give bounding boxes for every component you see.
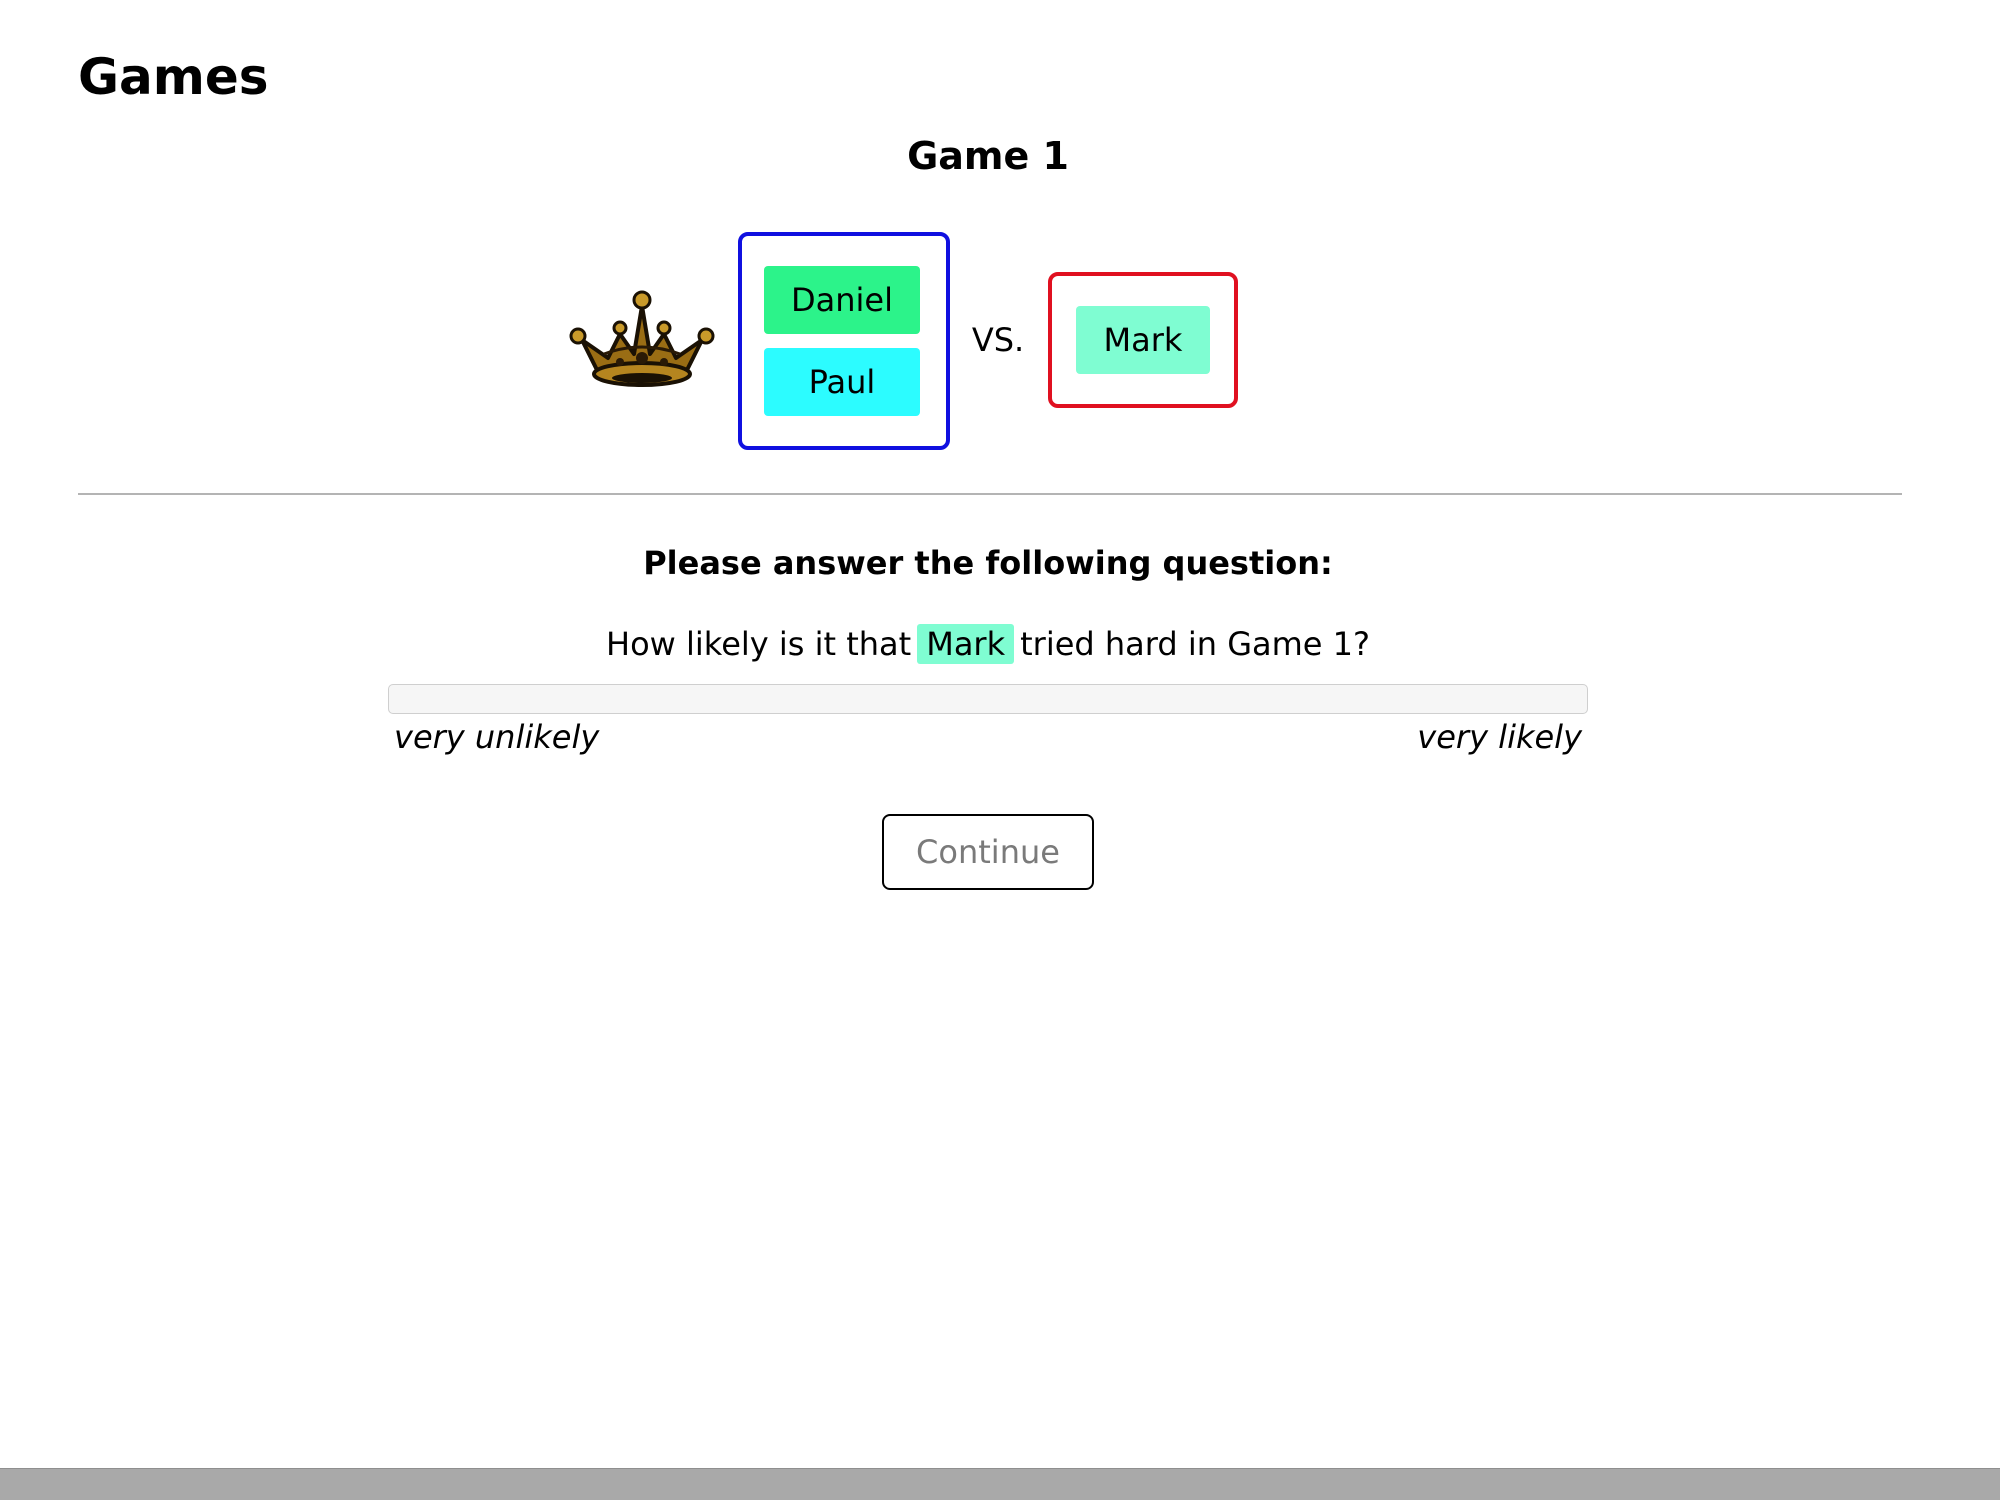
question-player-highlight: Mark <box>917 624 1015 664</box>
continue-button[interactable]: Continue <box>882 814 1094 890</box>
winning-team-box: Daniel Paul <box>738 232 950 450</box>
vs-label: VS. <box>971 321 1025 359</box>
question-text: How likely is it that Mark tried hard in G… <box>0 620 1976 668</box>
player-chip-daniel: Daniel <box>764 266 920 334</box>
player-chip-mark: Mark <box>1076 306 1210 374</box>
game-title: Game 1 <box>907 134 1069 178</box>
player-chip-paul: Paul <box>764 348 920 416</box>
question-text-before: How likely is it that <box>606 625 912 663</box>
question-text-after: tried hard in Game 1? <box>1020 625 1370 663</box>
page-title: Games <box>78 48 269 106</box>
section-divider <box>78 493 1902 495</box>
likelihood-slider[interactable] <box>388 684 1588 714</box>
scale-min-label: very unlikely <box>394 718 600 756</box>
crown-icon <box>569 290 715 387</box>
question-heading: Please answer the following question: <box>643 544 1333 582</box>
losing-team-box: Mark <box>1048 272 1238 408</box>
scale-max-label: very likely <box>1417 718 1582 756</box>
bottom-scrollbar[interactable] <box>0 1468 2000 1500</box>
